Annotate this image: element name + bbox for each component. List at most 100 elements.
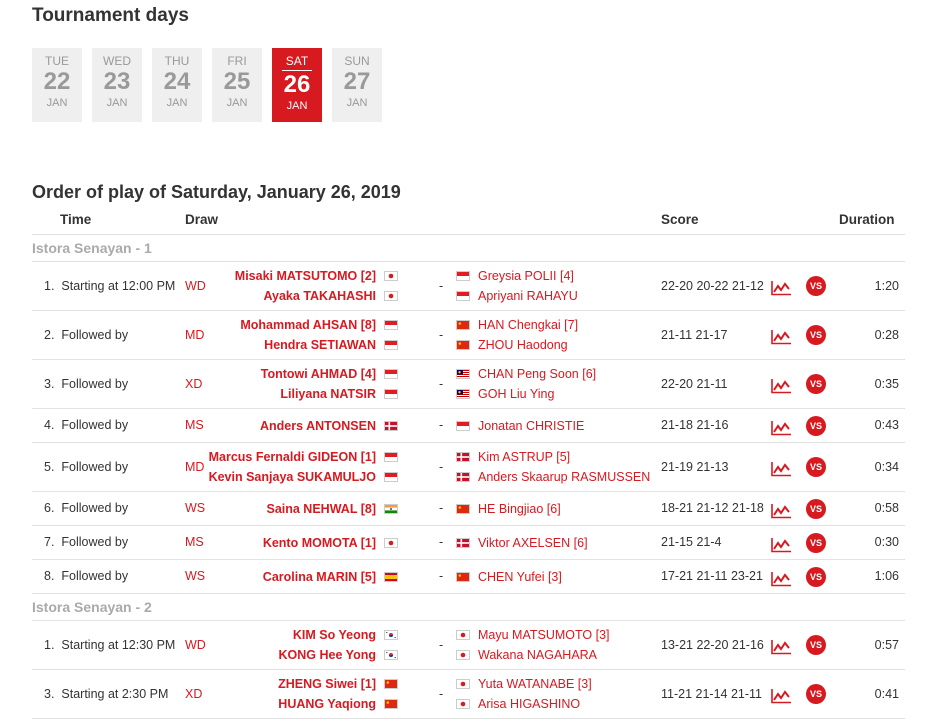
flag-chn-icon <box>456 320 470 330</box>
day-month: JAN <box>166 97 188 109</box>
vs-head-to-head-button[interactable]: VS <box>806 498 826 519</box>
match-time-label: Followed by <box>61 569 129 583</box>
versus-dash: - <box>439 418 444 432</box>
draw-code[interactable]: MD <box>185 328 204 342</box>
player-name-link[interactable]: KIM So Yeong <box>293 628 376 642</box>
match-row: 1. Starting at 12:30 PM WD KIM So Yeong KON… <box>32 621 905 670</box>
versus-dash: - <box>439 535 444 549</box>
player-name-link[interactable]: Viktor AXELSEN [6] <box>478 536 588 550</box>
day-tab-sun[interactable]: SUN 27 JAN <box>332 48 382 122</box>
day-of-week: THU <box>164 54 190 68</box>
stats-chart-icon[interactable] <box>770 378 792 394</box>
player-name-link[interactable]: HUANG Yaqiong <box>278 697 376 711</box>
match-duration: 0:28 <box>874 327 899 342</box>
player-name-link[interactable]: Kevin Sanjaya SUKAMULJO <box>209 470 376 484</box>
player-name-link[interactable]: CHAN Peng Soon [6] <box>478 367 596 381</box>
stats-chart-icon[interactable] <box>770 503 792 519</box>
vs-head-to-head-button[interactable]: VS <box>806 457 826 477</box>
flag-ina-icon <box>456 291 470 301</box>
player-name-link[interactable]: Yuta WATANABE [3] <box>478 677 592 691</box>
day-tab-wed[interactable]: WED 23 JAN <box>92 48 142 122</box>
player-name-link[interactable]: GOH Liu Ying <box>478 387 554 401</box>
player-name-link[interactable]: Arisa HIGASHINO <box>478 697 580 711</box>
draw-code[interactable]: WS <box>185 501 205 515</box>
day-tab-tue[interactable]: TUE 22 JAN <box>32 48 82 122</box>
day-tab-thu[interactable]: THU 24 JAN <box>152 48 202 122</box>
vs-head-to-head-button[interactable]: VS <box>806 276 826 296</box>
player-name-link[interactable]: Carolina MARIN [5] <box>263 570 376 584</box>
player-name-link[interactable]: Anders ANTONSEN <box>260 419 376 433</box>
flag-jpn-icon <box>456 650 470 660</box>
home-team: KIM So Yeong KONG Hee Yong <box>279 625 406 665</box>
draw-code[interactable]: WD <box>185 638 206 652</box>
stats-chart-icon[interactable] <box>770 571 792 587</box>
player-name-link[interactable]: ZHENG Siwei [1] <box>278 677 376 691</box>
stats-chart-icon[interactable] <box>770 688 792 704</box>
player-name-link[interactable]: Liliyana NATSIR <box>280 387 376 401</box>
match-time-label: Followed by <box>61 327 129 342</box>
player-name-link[interactable]: Greysia POLII [4] <box>478 269 574 283</box>
day-selector: TUE 22 JAN WED 23 JAN THU 24 JAN FRI 25 JAN SAT 26 JAN… <box>32 48 392 122</box>
player-name-link[interactable]: Apriyani RAHAYU <box>478 289 578 303</box>
player-name-link[interactable]: KONG Hee Yong <box>279 648 376 662</box>
player-name-link[interactable]: Ayaka TAKAHASHI <box>263 289 376 303</box>
player-name-link[interactable]: Mohammad AHSAN [8] <box>240 318 376 332</box>
vs-head-to-head-button[interactable]: VS <box>806 325 826 345</box>
flag-jpn-icon <box>384 537 398 548</box>
player-name-link[interactable]: Misaki MATSUTOMO [2] <box>235 269 376 283</box>
match-row: 5. Followed by MD Marcus Fernaldi GIDEON [… <box>32 443 905 492</box>
order-of-play-table: Istora Senayan - 1 1. Starting at 12:00 P… <box>32 234 905 719</box>
match-score: 11-21 21-14 21-11 <box>661 686 763 701</box>
draw-code[interactable]: MS <box>185 535 204 549</box>
player-name-link[interactable]: Tontowi AHMAD [4] <box>261 367 376 381</box>
home-team: Tontowi AHMAD [4] Liliyana NATSIR <box>261 364 406 404</box>
match-duration: 0:34 <box>874 459 899 474</box>
player-name-link[interactable]: CHEN Yufei [3] <box>478 570 562 584</box>
stats-chart-icon[interactable] <box>770 329 792 345</box>
match-time-label: Followed by <box>61 501 129 515</box>
player-name-link[interactable]: Hendra SETIAWAN <box>264 338 376 352</box>
vs-head-to-head-button[interactable]: VS <box>806 566 826 587</box>
draw-code[interactable]: MD <box>185 460 204 474</box>
stats-chart-icon[interactable] <box>770 639 792 655</box>
player-name-link[interactable]: Kento MOMOTA [1] <box>263 536 376 550</box>
draw-code[interactable]: MS <box>185 418 204 432</box>
player-name-link[interactable]: Saina NEHWAL [8] <box>266 502 376 516</box>
stats-chart-icon[interactable] <box>770 461 792 477</box>
draw-code[interactable]: WS <box>185 569 205 583</box>
versus-dash: - <box>439 637 444 652</box>
player-name-link[interactable]: Marcus Fernaldi GIDEON [1] <box>209 450 376 464</box>
player-name-link[interactable]: HE Bingjiao [6] <box>478 502 561 516</box>
day-tab-sat[interactable]: SAT 26 JAN <box>272 48 322 122</box>
player-name-link[interactable]: HAN Chengkai [7] <box>478 318 578 332</box>
draw-code[interactable]: XD <box>185 377 202 391</box>
draw-code[interactable]: XD <box>185 687 202 701</box>
stats-chart-icon[interactable] <box>770 537 792 553</box>
flag-jpn-icon <box>456 699 470 709</box>
away-team: Viktor AXELSEN [6] <box>456 533 588 553</box>
vs-head-to-head-button[interactable]: VS <box>806 635 826 655</box>
stats-chart-icon[interactable] <box>770 280 792 296</box>
player-name-link[interactable]: ZHOU Haodong <box>478 338 568 352</box>
player-name-link[interactable]: Wakana NAGAHARA <box>478 648 597 662</box>
player-name-link[interactable]: Anders Skaarup RASMUSSEN <box>478 470 650 484</box>
match-score: 18-21 21-12 21-18 <box>661 501 764 515</box>
player-name-link[interactable]: Kim ASTRUP [5] <box>478 450 570 464</box>
flag-ina-icon <box>384 389 398 399</box>
player-name-link[interactable]: Jonatan CHRISTIE <box>478 419 584 433</box>
flag-ina-icon <box>456 420 470 431</box>
player-name-link[interactable]: Mayu MATSUMOTO [3] <box>478 628 610 642</box>
draw-code[interactable]: WD <box>185 279 206 293</box>
day-number: 25 <box>223 68 251 95</box>
vs-head-to-head-button[interactable]: VS <box>806 415 826 436</box>
flag-ina-icon <box>384 340 398 350</box>
vs-head-to-head-button[interactable]: VS <box>806 532 826 553</box>
stats-chart-icon[interactable] <box>770 420 792 436</box>
column-header-time: Time <box>60 212 92 227</box>
away-team: CHEN Yufei [3] <box>456 567 562 587</box>
vs-head-to-head-button[interactable]: VS <box>806 374 826 394</box>
court-heading: Istora Senayan - 2 <box>32 599 152 615</box>
vs-head-to-head-button[interactable]: VS <box>806 684 826 704</box>
flag-ina-icon <box>384 369 398 379</box>
day-tab-fri[interactable]: FRI 25 JAN <box>212 48 262 122</box>
